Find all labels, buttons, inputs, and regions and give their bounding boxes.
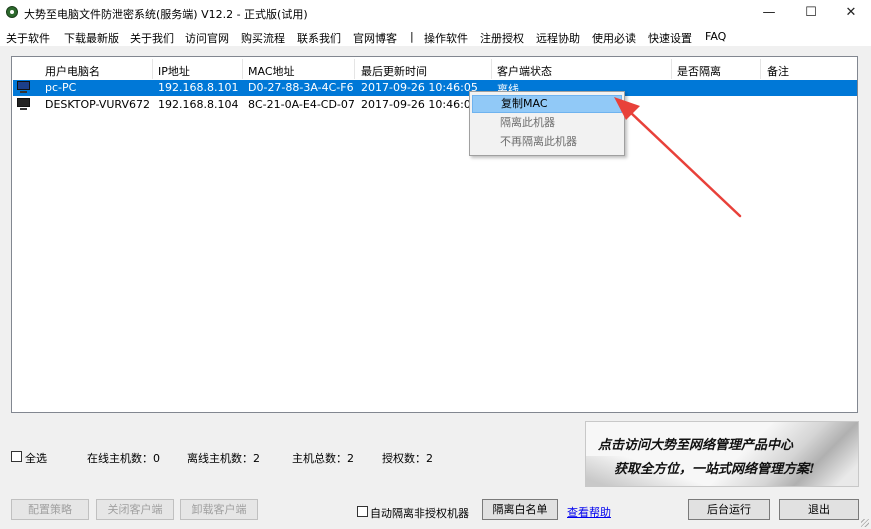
banner-line-2: 获取全方位，一站式网络管理方案! <box>614 462 815 477</box>
isolation-whitelist-button[interactable]: 隔离白名单 <box>482 499 558 520</box>
help-link[interactable]: 查看帮助 <box>567 504 611 520</box>
resize-grip-icon[interactable] <box>861 519 869 527</box>
license-count: 授权数：2 <box>382 452 433 465</box>
product-center-banner[interactable]: 点击访问大势至网络管理产品中心 获取全方位，一站式网络管理方案! <box>585 421 859 487</box>
auto-isolate-label[interactable]: 自动隔离非授权机器 <box>370 505 469 521</box>
run-background-button[interactable]: 后台运行 <box>688 499 770 520</box>
offline-count: 离线主机数：2 <box>187 452 260 465</box>
config-policy-button[interactable]: 配置策略 <box>11 499 89 520</box>
close-client-button[interactable]: 关闭客户端 <box>96 499 174 520</box>
exit-button[interactable]: 退出 <box>779 499 859 520</box>
auto-isolate-checkbox[interactable] <box>357 506 368 517</box>
select-all-checkbox[interactable] <box>11 451 22 462</box>
total-count: 主机总数：2 <box>292 452 354 465</box>
banner-line-1: 点击访问大势至网络管理产品中心 <box>598 438 794 453</box>
select-all-label[interactable]: 全选 <box>25 450 47 466</box>
uninstall-client-button[interactable]: 卸载客户端 <box>180 499 258 520</box>
online-count: 在线主机数：0 <box>87 452 160 465</box>
